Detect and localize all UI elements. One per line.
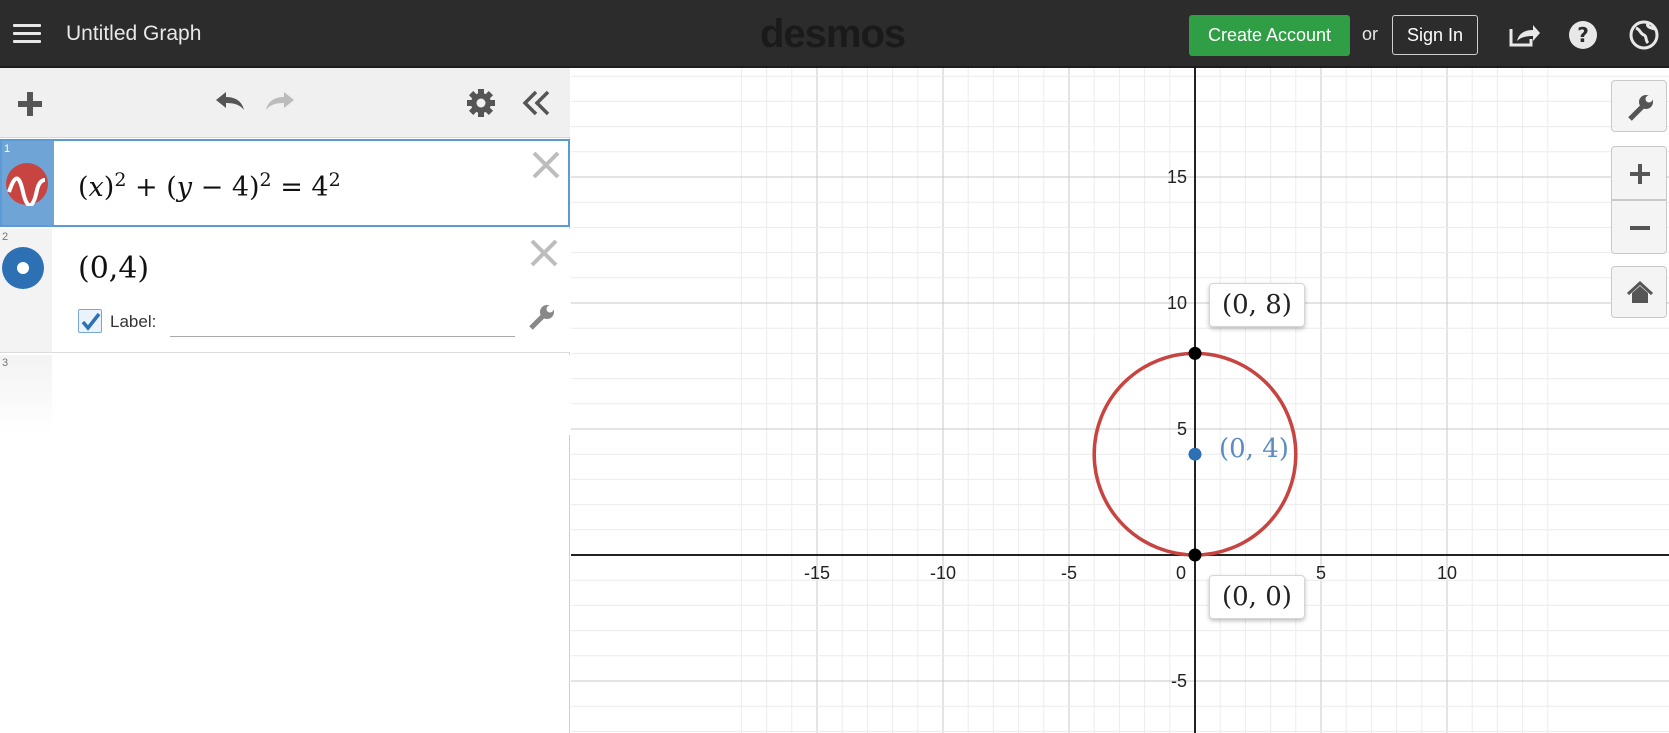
x-tick-label: 10 bbox=[1437, 563, 1457, 583]
expression-number: 1 bbox=[4, 143, 11, 155]
undo-icon[interactable] bbox=[210, 88, 246, 116]
desmos-logo: desmos bbox=[760, 12, 906, 56]
expression-row[interactable]: 1 (x)2 + (y − 4)2 = 42 bbox=[0, 139, 570, 227]
or-text: or bbox=[1362, 24, 1379, 44]
expression-gutter: 2 bbox=[0, 229, 52, 352]
y-tick-label: 10 bbox=[1167, 293, 1187, 313]
delete-expression-icon[interactable] bbox=[528, 237, 560, 269]
expression-row[interactable]: 2 (0,4) Label: bbox=[0, 229, 570, 353]
graph-point bbox=[1188, 346, 1202, 360]
expression-math[interactable]: (0,4) bbox=[78, 251, 149, 286]
menu-icon[interactable] bbox=[13, 22, 41, 46]
add-expression-icon[interactable] bbox=[16, 90, 44, 118]
graph-point bbox=[1188, 447, 1202, 461]
expression-row[interactable]: 3 bbox=[0, 355, 570, 435]
expression-math[interactable]: (x)2 + (y − 4)2 = 42 bbox=[78, 169, 341, 203]
expression-number: 3 bbox=[2, 357, 9, 369]
y-tick-label: 15 bbox=[1167, 167, 1187, 187]
delete-expression-icon[interactable] bbox=[530, 149, 562, 181]
label-input[interactable] bbox=[170, 309, 515, 337]
graph-color-icon[interactable] bbox=[5, 162, 49, 211]
expression-toolbar bbox=[0, 68, 570, 138]
settings-gear-icon[interactable] bbox=[466, 88, 496, 118]
x-tick-label: 5 bbox=[1316, 563, 1326, 583]
point-label[interactable]: (0, 4) bbox=[1219, 434, 1289, 464]
help-icon[interactable]: ? bbox=[1565, 17, 1601, 53]
x-tick-label: -5 bbox=[1061, 563, 1077, 583]
create-account-button[interactable]: Create Account bbox=[1189, 15, 1350, 56]
expression-panel: 1 (x)2 + (y − 4)2 = 42 2 (0,4) Label: 3 bbox=[0, 68, 570, 733]
graph-point bbox=[1188, 548, 1202, 562]
point-coordinate-callout[interactable]: (0, 8) bbox=[1209, 283, 1305, 328]
label-caption: Label: bbox=[110, 312, 157, 331]
x-tick-label: -15 bbox=[804, 563, 830, 583]
expression-number: 2 bbox=[2, 231, 9, 243]
expression-gutter: 1 bbox=[2, 141, 54, 225]
point-style-icon[interactable] bbox=[1, 246, 45, 295]
globe-icon[interactable] bbox=[1626, 17, 1662, 53]
zoom-out-button[interactable] bbox=[1611, 200, 1667, 254]
label-checkbox[interactable] bbox=[78, 309, 102, 333]
wrench-icon[interactable] bbox=[528, 303, 556, 331]
point-coordinate-callout[interactable]: (0, 0) bbox=[1209, 575, 1305, 619]
x-tick-label: 0 bbox=[1176, 563, 1186, 583]
y-tick-label: -5 bbox=[1171, 671, 1187, 691]
expression-gutter: 3 bbox=[0, 355, 52, 435]
collapse-panel-icon[interactable] bbox=[520, 88, 552, 118]
sign-in-button[interactable]: Sign In bbox=[1392, 15, 1478, 55]
graph-canvas[interactable]: -15 -10 -5 0 5 10 -5 5 10 15 bbox=[571, 68, 1669, 733]
share-icon[interactable] bbox=[1505, 17, 1541, 53]
app-header: Untitled Graph desmos Create Account or … bbox=[0, 0, 1669, 68]
y-tick-label: 5 bbox=[1177, 419, 1187, 439]
zoom-in-button[interactable] bbox=[1611, 146, 1667, 200]
svg-text:?: ? bbox=[1577, 23, 1589, 47]
graph-settings-wrench-button[interactable] bbox=[1611, 80, 1667, 132]
graph-paper[interactable]: -15 -10 -5 0 5 10 -5 5 10 15 (0, 4) (0, 8) (0, 0) bbox=[571, 68, 1669, 733]
x-tick-label: -10 bbox=[930, 563, 956, 583]
redo-icon[interactable] bbox=[264, 88, 300, 116]
graph-title[interactable]: Untitled Graph bbox=[66, 22, 201, 46]
default-zoom-home-button[interactable] bbox=[1611, 266, 1667, 318]
